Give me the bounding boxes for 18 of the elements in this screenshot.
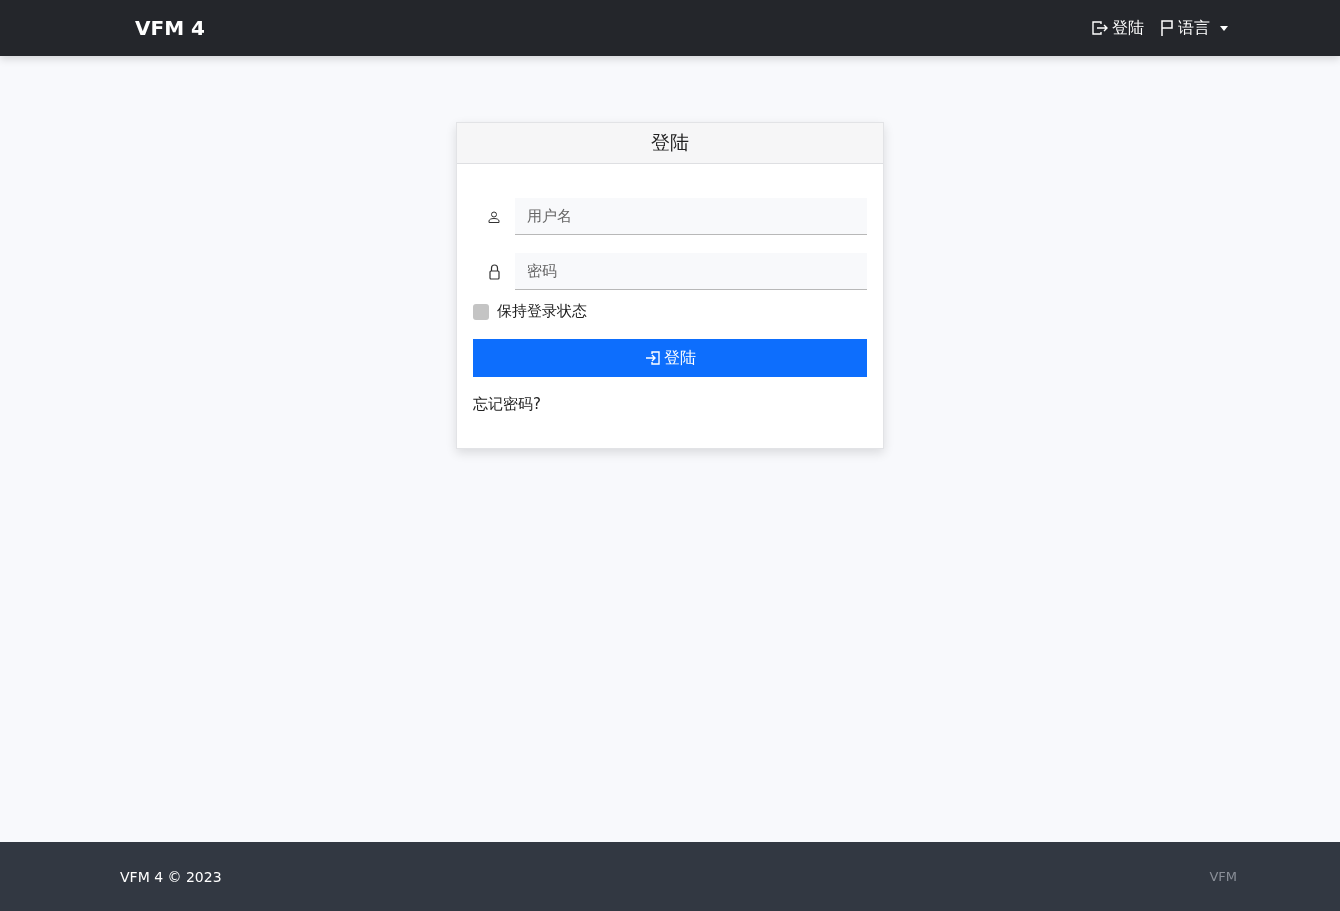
username-field[interactable]: 用户名 bbox=[515, 198, 867, 235]
caret-icon bbox=[1220, 25, 1228, 31]
footer-link[interactable]: VFM bbox=[1209, 869, 1237, 884]
flag-icon bbox=[1160, 20, 1174, 36]
sign-in-icon bbox=[644, 351, 660, 365]
user-icon bbox=[488, 210, 500, 223]
brand-title: VFM 4 bbox=[135, 16, 205, 40]
forgot-password-link[interactable]: 忘记密码? bbox=[473, 395, 541, 414]
language-menu[interactable]: 语言 bbox=[1160, 17, 1228, 39]
lock-icon bbox=[488, 263, 500, 280]
card-title: 登陆 bbox=[457, 123, 883, 164]
password-field[interactable]: 密码 bbox=[515, 253, 867, 290]
remember-label: 保持登录状态 bbox=[497, 302, 587, 321]
copyright-text: VFM 4 © 2023 bbox=[120, 868, 222, 885]
remember-checkbox[interactable] bbox=[473, 303, 489, 320]
sign-in-icon bbox=[1092, 21, 1108, 35]
login-link[interactable]: 登陆 bbox=[1092, 17, 1144, 39]
login-button[interactable]: 登陆 bbox=[473, 339, 867, 377]
